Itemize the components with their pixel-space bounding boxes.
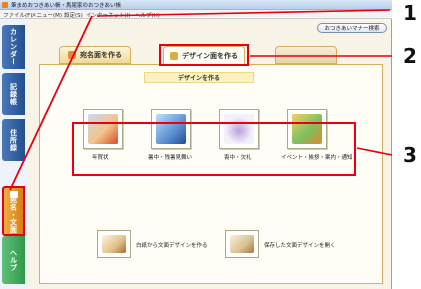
sidebar-tab-help[interactable]: ヘルプ	[2, 236, 25, 284]
tab-other[interactable]	[275, 46, 337, 64]
folder-open-icon	[230, 235, 254, 253]
section-title: デザインを作る	[144, 72, 254, 83]
envelope-icon	[68, 51, 76, 59]
tab-address-side[interactable]: 宛名面を作る	[59, 46, 131, 64]
sidebar-tab-records[interactable]: 記録帳	[2, 73, 25, 115]
blank-design-label: 白紙から文面デザインを作る	[136, 243, 208, 249]
menu-menu[interactable]: メニュー(M)	[31, 11, 62, 19]
card-icon	[9, 191, 18, 198]
menu-settings[interactable]: 設定(S)	[64, 11, 83, 19]
sidebar-tab-label: 宛名・文面	[9, 196, 18, 234]
app-icon	[2, 2, 8, 8]
window-title: 筆まめおつきあい帳・馬尾家のおつきあい帳	[11, 3, 122, 9]
sidebar-tab-label: ヘルプ	[9, 248, 18, 272]
callout-number-2: 2	[403, 44, 417, 68]
menu-bar: ファイル(F) メニュー(M) 設定(S) インターネット(I) ヘルプ(H)	[0, 10, 392, 19]
highlight-box-design-tab	[159, 44, 249, 66]
title-bar: 筆まめおつきあい帳・馬尾家のおつきあい帳	[0, 0, 392, 10]
highlight-box-cards	[72, 122, 356, 176]
manner-search-button[interactable]: おつきあいマナー検索	[317, 23, 387, 33]
menu-file[interactable]: ファイル(F)	[3, 11, 32, 19]
sidebar-tab-label: 住所録	[9, 128, 18, 152]
menu-internet[interactable]: インターネット(I)	[86, 11, 130, 19]
sidebar-tab-label: 記録帳	[9, 82, 18, 106]
open-saved-design-button[interactable]	[225, 230, 259, 258]
callout-number-3: 3	[403, 143, 417, 167]
sidebar-tab-label: カレンダー	[9, 28, 18, 66]
open-saved-design-label: 保存した文面デザインを開く	[264, 243, 336, 249]
sidebar-tab-addressbook[interactable]: 住所録	[2, 119, 25, 161]
blank-design-button[interactable]	[97, 230, 131, 258]
callout-number-1: 1	[403, 1, 417, 25]
sidebar-tab-calendar[interactable]: カレンダー	[2, 25, 25, 69]
tab-label: 宛名面を作る	[80, 51, 122, 59]
sidebar-tab-address-design[interactable]: 宛名・文面	[2, 186, 25, 236]
menu-help[interactable]: ヘルプ(H)	[135, 11, 160, 19]
sidebar: カレンダー 記録帳 住所録 宛名・文面 ヘルプ	[0, 19, 27, 289]
pen-paper-icon	[102, 235, 126, 253]
